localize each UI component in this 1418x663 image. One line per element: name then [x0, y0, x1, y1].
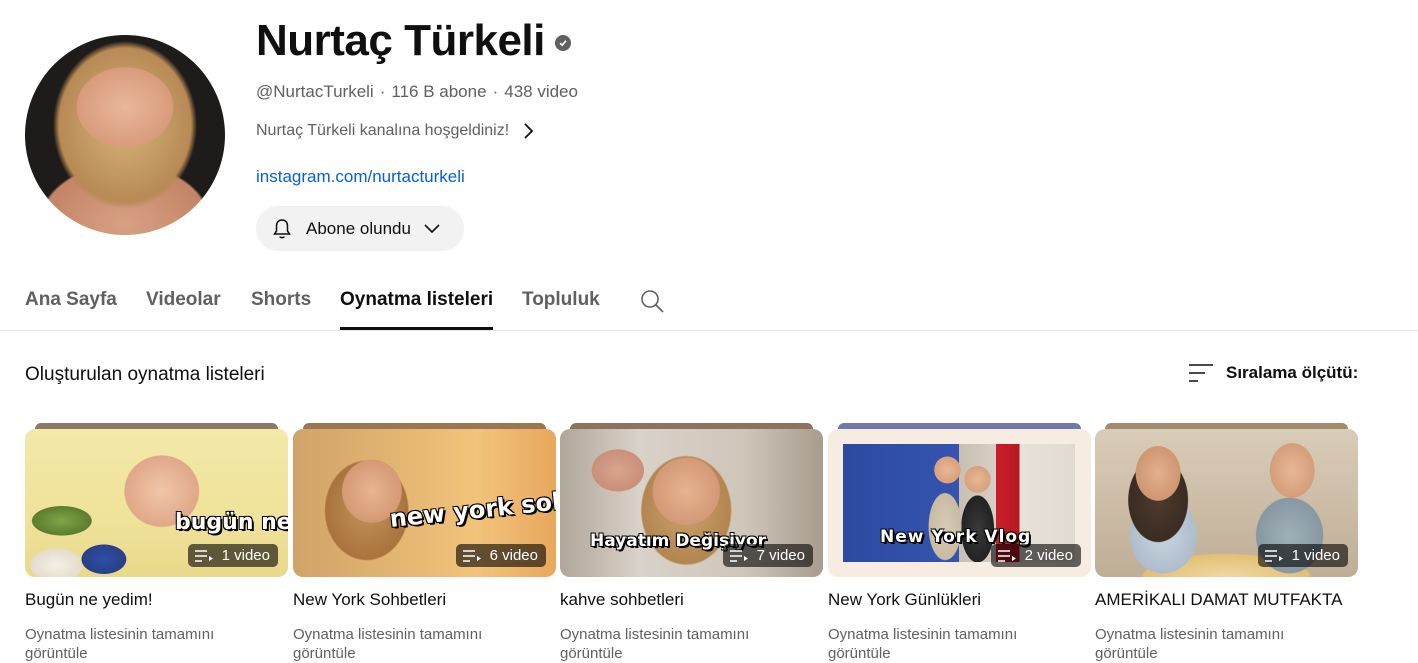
- playlist-title[interactable]: kahve sohbetleri: [560, 590, 684, 610]
- view-full-playlist-link[interactable]: Oynatma listesinin tamamını görüntüle: [25, 625, 265, 663]
- tab-shorts[interactable]: Shorts: [251, 270, 311, 330]
- playlist-title[interactable]: AMERİKALI DAMAT MUTFAKTA: [1095, 590, 1342, 610]
- playlist-icon: [462, 549, 481, 562]
- playlist-icon: [194, 549, 213, 562]
- playlist-count: 2 video: [1024, 547, 1073, 564]
- channel-tabs: Ana Sayfa Videolar Shorts Oynatma listel…: [0, 270, 1418, 331]
- channel-name-text: Nurtaç Türkeli: [256, 16, 545, 65]
- thumbnail-overlay-text: bugün ne yedim?: [175, 510, 288, 535]
- video-count: 438 video: [504, 82, 578, 101]
- tab-playlists[interactable]: Oynatma listeleri: [340, 270, 494, 330]
- channel-link[interactable]: instagram.com/nurtacturkeli: [256, 167, 465, 187]
- chevron-right-icon: [524, 123, 534, 139]
- playlist-thumbnail[interactable]: 1 video: [1095, 429, 1358, 577]
- playlist-count: 7 video: [756, 547, 805, 564]
- subscribed-button[interactable]: Abone olundu: [256, 206, 464, 251]
- tab-home[interactable]: Ana Sayfa: [25, 270, 117, 330]
- sort-icon: [1189, 364, 1213, 382]
- view-full-playlist-link[interactable]: Oynatma listesinin tamamını görüntüle: [560, 625, 800, 663]
- view-full-playlist-link[interactable]: Oynatma listesinin tamamını görüntüle: [1095, 625, 1335, 663]
- tab-videos[interactable]: Videolar: [146, 270, 221, 330]
- subscribed-label: Abone olundu: [306, 218, 411, 238]
- playlist-count: 1 video: [1291, 547, 1340, 564]
- playlist-title[interactable]: New York Günlükleri: [828, 590, 981, 610]
- chevron-down-icon: [424, 223, 440, 233]
- playlist-thumbnail[interactable]: new york sohbetleri 6 video: [293, 429, 556, 577]
- playlist-count: 1 video: [221, 547, 270, 564]
- bell-icon: [273, 218, 291, 238]
- view-full-playlist-link[interactable]: Oynatma listesinin tamamını görüntüle: [828, 625, 1068, 663]
- channel-description[interactable]: Nurtaç Türkeli kanalına hoşgeldiniz!: [256, 122, 535, 140]
- playlist-icon: [729, 549, 748, 562]
- playlist-count-badge: 7 video: [722, 544, 813, 567]
- playlist-thumbnail[interactable]: New York Vlog 2 video: [828, 429, 1091, 577]
- meta-separator: ·: [492, 82, 499, 101]
- tab-community[interactable]: Topluluk: [522, 270, 600, 330]
- view-full-playlist-link[interactable]: Oynatma listesinin tamamını görüntüle: [293, 625, 533, 663]
- meta-separator: ·: [379, 82, 386, 101]
- playlist-count-badge: 1 video: [187, 544, 278, 567]
- channel-description-text: Nurtaç Türkeli kanalına hoşgeldiniz!: [256, 122, 510, 139]
- playlist-icon: [1264, 549, 1283, 562]
- playlist-count-badge: 6 video: [455, 544, 546, 567]
- channel-handle: @NurtacTurkeli: [256, 82, 374, 101]
- channel-meta: @NurtacTurkeli · 116 B abone · 438 video: [256, 82, 578, 102]
- sort-label: Sıralama ölçütü:: [1226, 363, 1359, 382]
- thumbnail-overlay-text: new york sohbetleri: [388, 476, 556, 534]
- verified-check-icon: [554, 35, 571, 51]
- sort-button[interactable]: Sıralama ölçütü:: [1188, 362, 1358, 384]
- playlist-title[interactable]: Bugün ne yedim!: [25, 590, 153, 610]
- playlist-icon: [997, 549, 1016, 562]
- section-title: Oluşturulan oynatma listeleri: [25, 364, 265, 385]
- playlist-thumbnail[interactable]: Hayatım Değişiyor 7 video: [560, 429, 823, 577]
- playlist-count-badge: 2 video: [990, 544, 1081, 567]
- playlist-title[interactable]: New York Sohbetleri: [293, 590, 446, 610]
- playlist-count-badge: 1 video: [1257, 544, 1348, 567]
- search-icon[interactable]: [639, 288, 665, 314]
- channel-avatar: [25, 35, 225, 235]
- playlist-count: 6 video: [489, 547, 538, 564]
- playlist-thumbnail[interactable]: bugün ne yedim? 1 video: [25, 429, 288, 577]
- subscriber-count: 116 B abone: [391, 82, 487, 101]
- channel-name: Nurtaç Türkeli: [256, 16, 571, 66]
